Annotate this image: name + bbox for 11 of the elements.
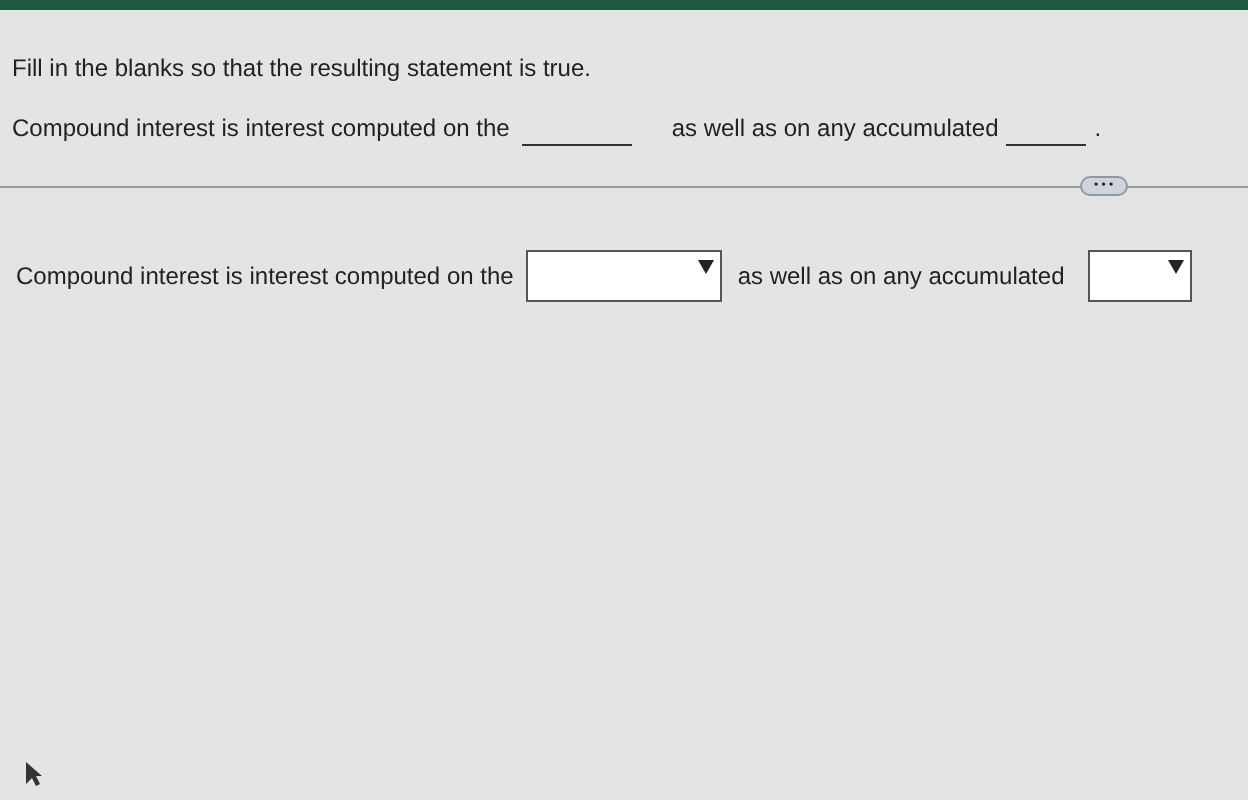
instruction-text: Fill in the blanks so that the resulting statement is true. xyxy=(12,52,593,86)
answer-dropdown[interactable] xyxy=(525,250,722,302)
period-text: . xyxy=(1094,112,1102,146)
statement-text: Compound interest is interest computed on the xyxy=(12,112,510,146)
answer-text: as well as on any accumulated xyxy=(737,260,1065,294)
caret-icon xyxy=(695,256,716,276)
answer-text: Compound interest is interest computed on the xyxy=(16,260,514,294)
statement-text: as well as on any accumulated xyxy=(671,112,999,146)
caret-icon xyxy=(1166,256,1187,276)
mouse-pointer-icon xyxy=(24,760,44,788)
answer-dropdown[interactable] xyxy=(1088,250,1193,302)
